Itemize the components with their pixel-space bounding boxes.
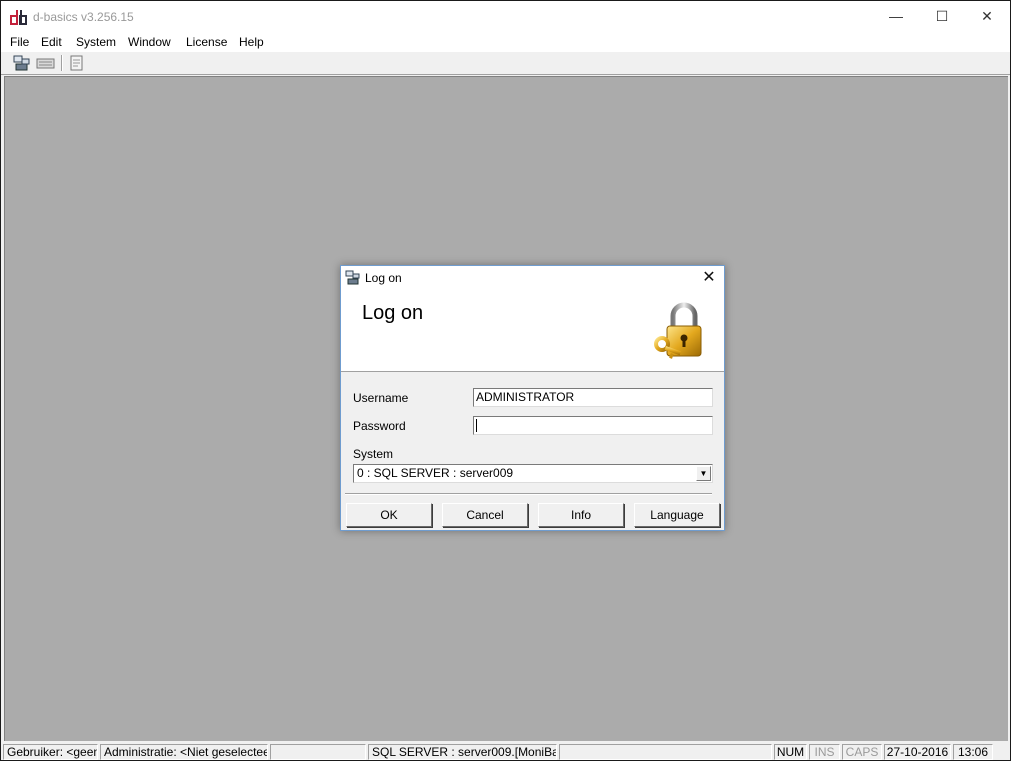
main-window: d-basics v3.256.15 — ☐ ✕ File Edit Syste… — [0, 0, 1011, 761]
chevron-down-icon[interactable]: ▼ — [696, 466, 711, 481]
menu-edit[interactable]: Edit — [41, 35, 62, 49]
logon-dialog: Log on ✕ Log on Username ADMINISTRATOR P… — [340, 265, 725, 531]
close-button[interactable]: ✕ — [964, 1, 1010, 32]
title-bar[interactable]: d-basics v3.256.15 — ☐ ✕ — [1, 1, 1010, 32]
password-input[interactable] — [473, 416, 713, 435]
document-icon[interactable] — [67, 54, 87, 72]
info-button[interactable]: Info — [538, 503, 624, 527]
status-empty — [270, 744, 366, 760]
status-user: Gebruiker: <geen> — [3, 744, 98, 760]
system-select[interactable]: 0 : SQL SERVER : server009 ▼ — [353, 464, 713, 483]
menu-bar: File Edit System Window License Help — [1, 32, 1010, 52]
status-num: NUM — [774, 744, 807, 760]
status-caps: CAPS — [842, 744, 882, 760]
status-bar: Gebruiker: <geen> Administratie: <Niet g… — [1, 742, 1010, 760]
keyboard-icon[interactable] — [36, 54, 56, 72]
dialog-heading: Log on — [362, 302, 424, 324]
divider — [345, 493, 712, 495]
menu-file[interactable]: File — [10, 35, 29, 49]
status-administration: Administratie: <Niet geselecteerd> — [100, 744, 268, 760]
username-label: Username — [353, 391, 409, 405]
maximize-button[interactable]: ☐ — [919, 1, 965, 32]
language-button[interactable]: Language — [634, 503, 720, 527]
dialog-close-button[interactable]: ✕ — [694, 266, 724, 290]
dialog-title-bar[interactable]: Log on ✕ — [341, 266, 724, 290]
cancel-button[interactable]: Cancel — [442, 503, 528, 527]
status-server: SQL SERVER : server009.[MoniBasys] — [368, 744, 557, 760]
system-selected-value: 0 : SQL SERVER : server009 — [357, 466, 514, 480]
menu-help[interactable]: Help — [239, 35, 264, 49]
app-logo-icon — [10, 10, 27, 25]
username-input[interactable]: ADMINISTRATOR — [473, 388, 713, 407]
minimize-button[interactable]: — — [873, 1, 919, 32]
window-title: d-basics v3.256.15 — [33, 10, 134, 24]
dialog-title: Log on — [365, 271, 402, 285]
menu-system[interactable]: System — [76, 35, 116, 49]
text-caret — [476, 419, 477, 433]
status-date: 27-10-2016 — [884, 744, 951, 760]
toolbar-separator — [61, 55, 63, 71]
logon-icon — [345, 270, 360, 285]
status-spacer — [559, 744, 772, 760]
password-label: Password — [353, 419, 406, 433]
toolbar — [1, 52, 1010, 75]
system-label: System — [353, 447, 394, 461]
dialog-header: Log on — [341, 290, 724, 372]
logon-icon[interactable] — [12, 54, 32, 72]
menu-window[interactable]: Window — [128, 35, 171, 49]
status-time: 13:06 — [953, 744, 993, 760]
padlock-key-icon — [654, 302, 702, 359]
ok-button[interactable]: OK — [346, 503, 432, 527]
status-ins: INS — [809, 744, 840, 760]
menu-license[interactable]: License — [186, 35, 227, 49]
